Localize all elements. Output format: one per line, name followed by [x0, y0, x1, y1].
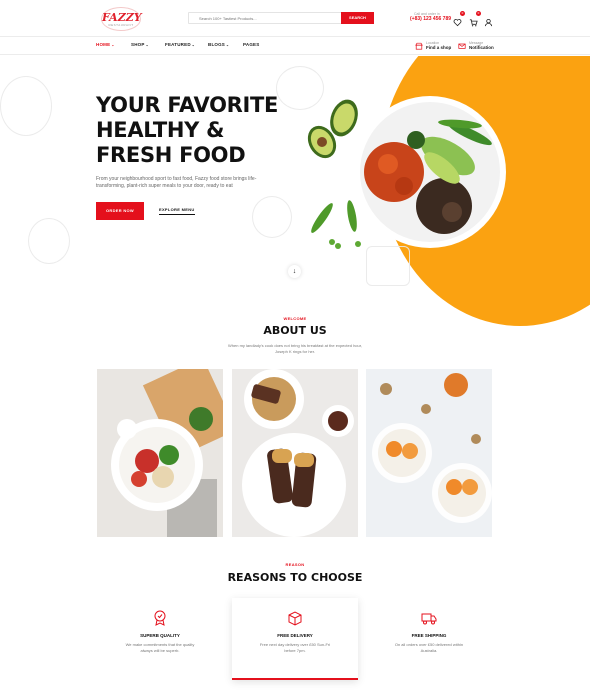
nav-item-label: FEATURED	[165, 42, 191, 47]
about-description: When my landlady's cook does not bring h…	[228, 343, 362, 354]
header: FAZZY RESTAURANT SEARCH Call and order i…	[0, 0, 590, 36]
ice-cream-image	[232, 369, 358, 537]
reason-title: FREE DELIVERY	[277, 633, 313, 638]
reason-text: We make commitments that the quality alw…	[125, 642, 195, 653]
reasons-title: REASONS TO CHOOSE	[227, 571, 363, 584]
reason-card-shipping[interactable]: FREE SHIPPING On all orders over £50 del…	[366, 598, 492, 680]
order-now-button[interactable]: ORDER NOW	[96, 202, 144, 220]
reasons-eyebrow: REASON	[285, 562, 305, 567]
user-icon	[484, 18, 493, 27]
nav-item-label: SHOP	[131, 42, 145, 47]
donut-sketch-icon	[28, 218, 70, 264]
message-value: Notification	[469, 45, 494, 50]
reason-text: On all orders over £50 delivered within …	[394, 642, 464, 653]
call-info: Call and order in (+83) 123 456 789	[410, 12, 451, 22]
nav-item-pages[interactable]: PAGES	[243, 42, 259, 47]
reason-card-delivery[interactable]: FREE DELIVERY Free next day delivery ove…	[232, 598, 358, 680]
shipping-truck-icon	[421, 613, 437, 625]
delivery-box-icon	[288, 611, 302, 626]
reason-title: SUPERB QUALITY	[140, 633, 180, 638]
nav-item-featured[interactable]: FEATURED⌄	[165, 42, 195, 47]
chevron-down-icon: ⌄	[145, 43, 149, 47]
nav-item-label: BLOGS	[208, 42, 226, 47]
reason-title: FREE SHIPPING	[411, 633, 447, 638]
cart-button[interactable]: 0	[469, 11, 481, 27]
cart-count-badge: 0	[476, 11, 481, 16]
reason-text: Free next day delivery over £50 Sun-Fri …	[259, 642, 331, 653]
wishlist-count-badge: 0	[460, 11, 465, 16]
main-nav: HOME⌄ SHOP⌄ FEATURED⌄ BLOGS⌄ PAGES Locat…	[0, 36, 590, 55]
chevron-down-icon: ⌄	[191, 43, 195, 47]
explore-menu-link[interactable]: EXPLORE MENU	[159, 207, 195, 215]
wishlist-button[interactable]: 0	[453, 11, 465, 27]
chevron-down-icon: ⌄	[111, 43, 115, 47]
location-value: Find a shop	[426, 45, 452, 50]
yogurt-photo	[366, 369, 492, 537]
food-bowl-image	[354, 96, 506, 248]
logo-tagline: RESTAURANT	[108, 23, 134, 27]
about-eyebrow: WELCOME	[283, 316, 307, 321]
nav-item-label: PAGES	[243, 42, 260, 47]
search-bar	[188, 12, 342, 24]
reason-card-quality[interactable]: SUPERB QUALITY We make commitments that …	[97, 598, 223, 680]
account-button[interactable]	[484, 14, 493, 27]
nav-item-blogs[interactable]: BLOGS⌄	[208, 42, 229, 47]
quality-badge-icon	[154, 610, 166, 626]
yogurt-image	[366, 369, 492, 537]
heart-icon	[453, 19, 462, 27]
nav-item-shop[interactable]: SHOP⌄	[131, 42, 149, 47]
arrow-down-icon[interactable]: ↓	[288, 265, 301, 278]
salad-photo	[97, 369, 223, 537]
about-title: ABOUT US	[263, 324, 327, 337]
hero-section: YOUR FAVORITE HEALTHY & FRESH FOOD From …	[0, 56, 590, 326]
pizza-sketch-icon	[366, 246, 410, 286]
cart-icon	[469, 19, 478, 27]
chevron-down-icon: ⌄	[226, 43, 230, 47]
nav-item-home[interactable]: HOME⌄	[96, 42, 114, 47]
burger-sketch-icon	[0, 76, 52, 136]
hero-title-line: YOUR FAVORITE	[96, 93, 279, 117]
ice-cream-photo	[232, 369, 358, 537]
salad-image	[97, 369, 223, 537]
hero-title: YOUR FAVORITE HEALTHY & FRESH FOOD	[96, 93, 316, 168]
logo[interactable]: FAZZY RESTAURANT	[101, 7, 142, 31]
store-icon	[415, 42, 423, 50]
burger-sketch-icon	[252, 196, 292, 238]
hero-title-line: HEALTHY &	[96, 118, 225, 142]
call-number[interactable]: (+83) 123 456 789	[410, 16, 451, 22]
nav-item-label: HOME	[96, 42, 111, 47]
search-input[interactable]	[199, 13, 339, 23]
mail-icon	[458, 43, 466, 49]
search-button[interactable]: SEARCH	[341, 12, 374, 24]
hero-title-line: FRESH FOOD	[96, 143, 246, 167]
hero-description: From your neighbourhood sport to fast fo…	[96, 176, 257, 189]
